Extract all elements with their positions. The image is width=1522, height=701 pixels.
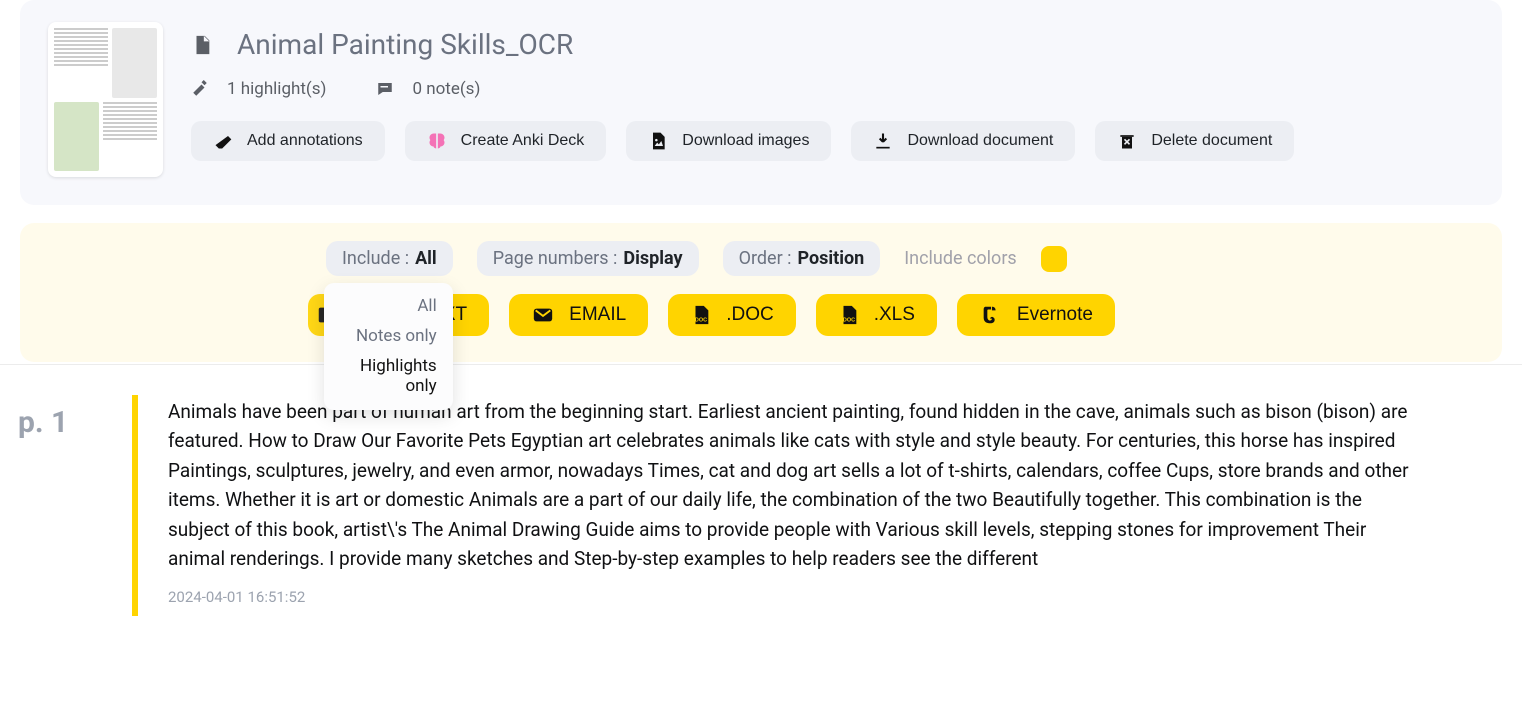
delete-document-button[interactable]: Delete document [1095,121,1294,161]
add-annotations-button[interactable]: Add annotations [191,121,385,161]
include-filter[interactable]: Include : All All Notes only Highlights … [326,241,453,276]
highlight-timestamp: 2024-04-01 16:51:52 [168,588,1422,606]
dropdown-item-all[interactable]: All [324,291,453,321]
download-document-button[interactable]: Download document [851,121,1075,161]
email-icon [531,304,555,326]
document-header-card: Animal Painting Skills_OCR 1 highlight(s… [20,0,1502,205]
order-label: Order : [739,248,792,269]
color-swatch-yellow[interactable] [1041,246,1067,272]
export-xls-button[interactable]: DOC .XLS [816,294,937,336]
highlights-count: 1 highlight(s) [227,79,326,99]
include-dropdown: All Notes only Highlights only [324,283,453,410]
page-numbers-value: Display [623,248,682,269]
delete-document-label: Delete document [1151,132,1272,150]
export-evernote-label: Evernote [1017,304,1093,326]
export-evernote-button[interactable]: Evernote [957,294,1115,336]
download-images-label: Download images [682,132,809,150]
document-title: Animal Painting Skills_OCR [237,28,573,61]
create-anki-label: Create Anki Deck [461,132,585,150]
pdf-file-icon [191,32,213,58]
marker-icon [213,131,233,151]
svg-text:DOC: DOC [843,317,855,323]
notes-count: 0 note(s) [412,79,480,99]
order-value: Position [798,248,865,269]
add-annotations-label: Add annotations [247,132,363,150]
brain-icon [427,131,447,151]
note-icon [376,80,394,98]
document-thumbnail[interactable] [48,22,163,177]
highlighter-icon [191,80,209,98]
page-numbers-label: Page numbers : [493,248,618,269]
order-filter[interactable]: Order : Position [723,241,881,276]
highlight-text: Animals have been part of human art from… [168,397,1422,574]
title-row: Animal Painting Skills_OCR [191,28,1474,61]
export-email-label: EMAIL [569,304,626,326]
include-colors-label: Include colors [904,248,1016,269]
export-email-button[interactable]: EMAIL [509,294,648,336]
include-filter-value: All [415,248,437,269]
page-indicator: p. 1 [18,395,132,440]
doc-file-icon: DOC [690,304,712,326]
xls-file-icon: DOC [838,304,860,326]
export-xls-label: .XLS [874,304,915,326]
svg-text:DOC: DOC [695,317,707,323]
download-icon [873,131,893,151]
include-filter-label: Include : [342,248,409,269]
dropdown-item-notes-only[interactable]: Notes only [324,321,453,351]
highlight-section: p. 1 Animals have been part of human art… [0,365,1522,656]
image-file-icon [648,131,668,151]
download-document-label: Download document [907,132,1053,150]
export-panel: Include : All All Notes only Highlights … [20,223,1502,362]
export-doc-label: .DOC [726,304,774,326]
highlight-body: Animals have been part of human art from… [132,395,1422,616]
create-anki-button[interactable]: Create Anki Deck [405,121,607,161]
trash-icon [1117,131,1137,151]
export-doc-button[interactable]: DOC .DOC [668,294,796,336]
page-numbers-filter[interactable]: Page numbers : Display [477,241,699,276]
download-images-button[interactable]: Download images [626,121,831,161]
dropdown-item-highlights-only[interactable]: Highlights only [324,351,453,402]
evernote-icon [979,304,1003,326]
